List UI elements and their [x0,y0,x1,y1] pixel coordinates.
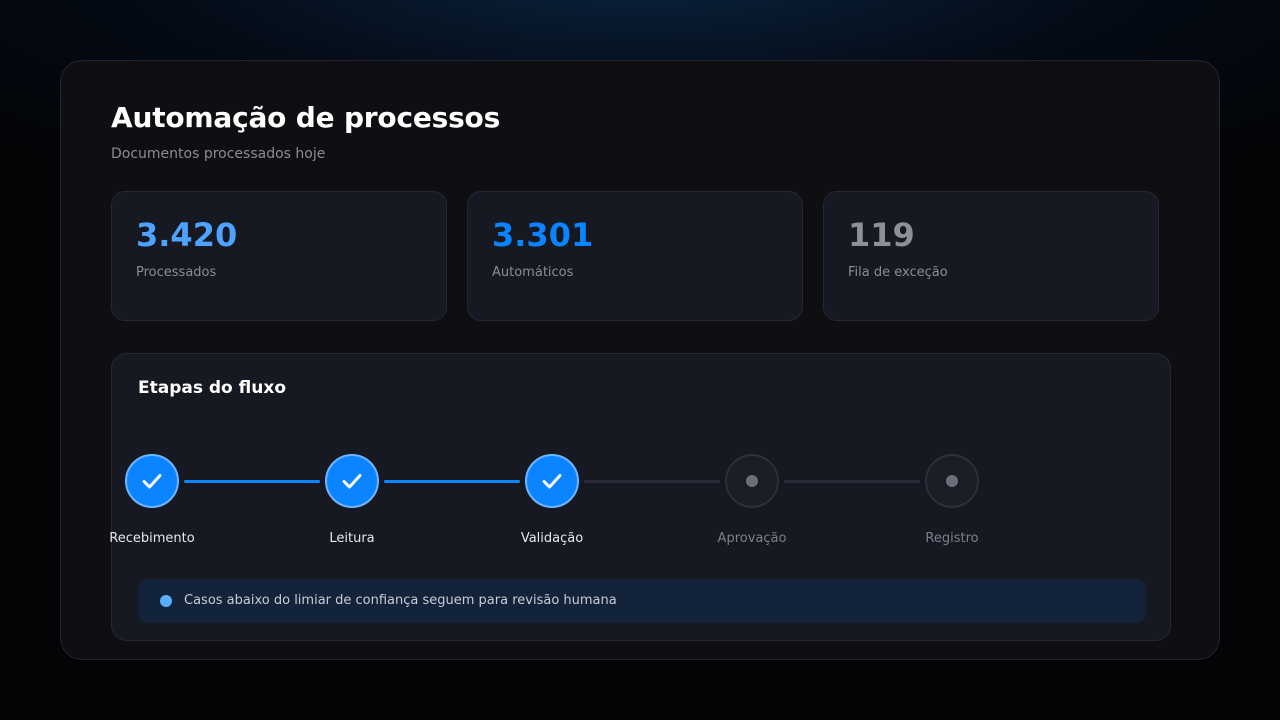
connector-3-4 [584,480,720,483]
step-label-receiving: Recebimento [109,531,195,546]
stat-label-automatic: Automáticos [492,265,574,280]
check-icon [542,474,562,489]
check-icon [142,474,162,489]
step-node-validation [525,454,579,508]
step-node-reading [325,454,379,508]
step-label-registration: Registro [925,531,979,546]
step-label-reading: Leitura [329,531,375,546]
connector-4-5 [784,480,920,483]
page-title: Automação de processos [111,101,501,134]
notice-text: Casos abaixo do limiar de confiança segu… [184,593,617,608]
step-node-approval [725,454,779,508]
flow-title: Etapas do fluxo [138,378,287,398]
flow-steps-card: Etapas do fluxo Recebimento Leitura Vali… [109,353,1171,641]
step-label-approval: Aprovação [717,531,787,546]
human-review-notice: Casos abaixo do limiar de confiança segu… [138,579,1146,623]
info-dot-icon [160,595,172,607]
stat-label-exception-queue: Fila de exceção [848,265,948,280]
stat-value-exception-queue: 119 [848,216,915,254]
check-icon [342,474,362,489]
process-automation-panel: Automação de processos Documentos proces… [60,60,1220,660]
step-node-registration [925,454,979,508]
stat-label-processed: Processados [136,265,217,280]
stat-card-automatic: 3.301 Automáticos [467,191,803,321]
stat-value-processed: 3.420 [136,216,238,254]
connector-2-3 [384,480,520,483]
step-node-receiving [125,454,179,508]
page-subtitle: Documentos processados hoje [111,146,326,162]
stat-card-processed: 3.420 Processados [111,191,447,321]
dot-icon [946,475,958,487]
step-label-validation: Validação [520,531,584,546]
stat-value-automatic: 3.301 [492,216,594,254]
connector-1-2 [184,480,320,483]
stat-card-exception-queue: 119 Fila de exceção [823,191,1159,321]
dot-icon [746,475,758,487]
